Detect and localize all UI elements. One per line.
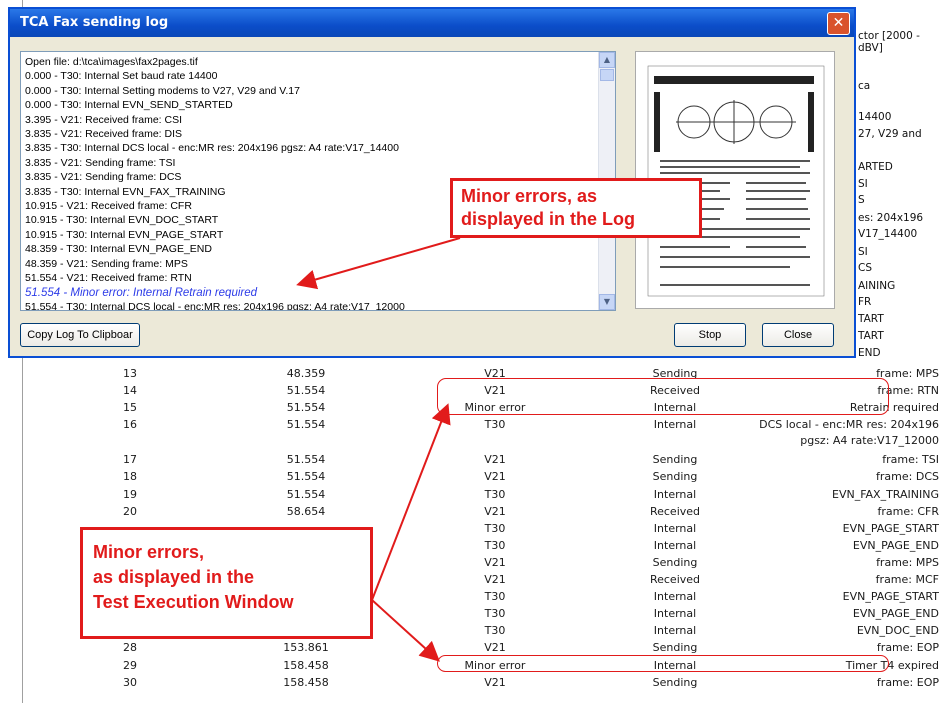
arrow-to-log-line (296, 237, 461, 290)
window-callout-line-2: as displayed in the (93, 567, 255, 587)
log-callout-line-1: Minor errors, as (461, 186, 598, 206)
window-callout-line-3: Test Execution Window (93, 592, 294, 612)
arrow-to-row-29 (371, 599, 440, 662)
window-callout-line-1: Minor errors, (93, 542, 205, 562)
log-callout-line-2: displayed in the Log (461, 209, 636, 229)
log-callout: Minor errors, as displayed in the Log (450, 178, 702, 238)
window-callout: Minor errors, as displayed in the Test E… (80, 527, 373, 639)
arrow-to-row-15 (371, 403, 451, 601)
